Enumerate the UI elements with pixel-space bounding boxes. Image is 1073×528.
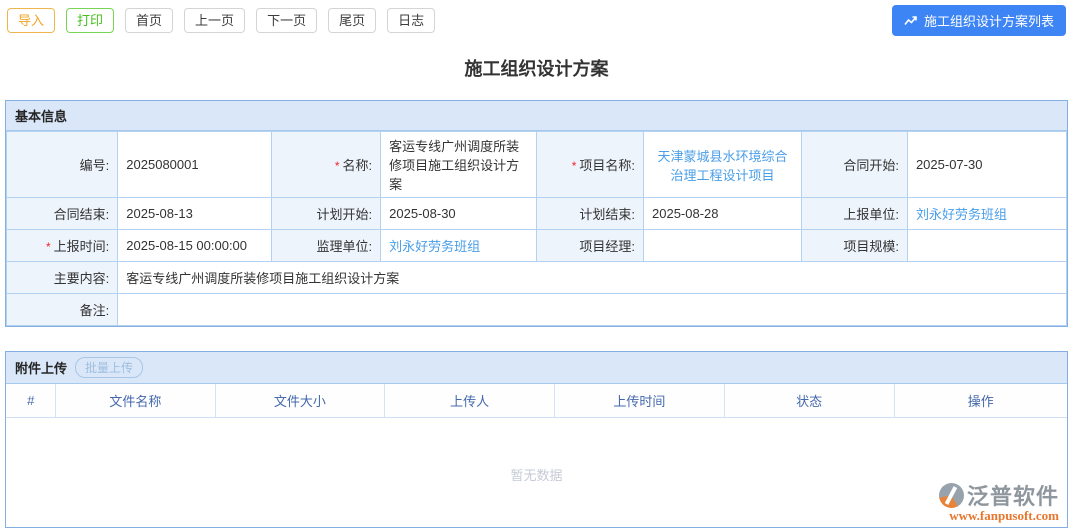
column-header-status: 状态 (724, 384, 895, 418)
field-label-main-content: 主要内容: (5, 261, 119, 294)
attachments-section: 附件上传 批量上传 # 文件名称 文件大小 上传人 上传时间 状态 操作 暂无数… (5, 351, 1068, 528)
basic-info-table: 编号: 2025080001 * 名称: 客运专线广州调度所装修项目施工组织设计方… (5, 131, 1068, 326)
import-button[interactable]: 导入 (7, 8, 56, 33)
last-page-button[interactable]: 尾页 (328, 8, 377, 33)
field-label-project-name: * 项目名称: (535, 131, 645, 198)
field-label-report-unit: 上报单位: (800, 197, 908, 230)
field-label-remark: 备注: (5, 293, 119, 326)
basic-info-section-header: 基本信息 (6, 101, 1067, 131)
field-value-project-name: 天津蒙城县水环境综合治理工程设计项目 (643, 131, 802, 198)
first-page-button[interactable]: 首页 (125, 8, 174, 33)
column-header-actions: 操作 (894, 384, 1067, 418)
field-label-contract-end: 合同结束: (5, 197, 119, 230)
attachments-section-title: 附件上传 (15, 361, 68, 376)
required-mark: * (334, 159, 340, 173)
column-header-file-size: 文件大小 (215, 384, 386, 418)
attachments-header-row: # 文件名称 文件大小 上传人 上传时间 状态 操作 (6, 384, 1067, 418)
fanpu-logo: 泛普软件 www.fanpusoft.com (938, 479, 1059, 524)
supervision-unit-link[interactable]: 刘永好劳务班组 (389, 239, 480, 254)
batch-upload-button[interactable]: 批量上传 (75, 357, 144, 378)
plan-list-button[interactable]: 施工组织设计方案列表 (891, 5, 1066, 36)
field-label-plan-start: 计划开始: (270, 197, 382, 230)
field-label-supervision-unit: 监理单位: (270, 229, 382, 262)
report-unit-link[interactable]: 刘永好劳务班组 (916, 207, 1007, 222)
attachments-section-header: 附件上传 批量上传 (6, 352, 1067, 384)
field-value-contract-end: 2025-08-13 (117, 197, 272, 230)
field-label-contract-start: 合同开始: (800, 131, 908, 198)
required-mark: * (571, 159, 577, 173)
field-label-name: * 名称: (270, 131, 382, 198)
column-header-upload-time: 上传时间 (554, 384, 725, 418)
field-value-report-unit: 刘永好劳务班组 (906, 197, 1068, 230)
field-value-remark (117, 293, 1067, 326)
field-value-project-scale (906, 229, 1068, 262)
fanpu-logo-url: www.fanpusoft.com (949, 508, 1059, 523)
prev-page-button[interactable]: 上一页 (184, 8, 246, 33)
field-label-plan-end: 计划结束: (535, 197, 645, 230)
field-value-plan-end: 2025-08-28 (643, 197, 802, 230)
field-value-main-content: 客运专线广州调度所装修项目施工组织设计方案 (117, 261, 1067, 294)
print-button[interactable]: 打印 (66, 8, 115, 33)
field-value-project-manager (643, 229, 802, 262)
field-label-number: 编号: (5, 131, 119, 198)
table-row: * 上报时间: 2025-08-15 00:00:00 监理单位: 刘永好劳务班组… (5, 229, 1068, 262)
required-mark: * (46, 240, 51, 254)
field-value-plan-start: 2025-08-30 (380, 197, 537, 230)
field-value-number: 2025080001 (117, 131, 272, 198)
empty-data-text: 暂无数据 (510, 468, 563, 483)
column-header-file-name: 文件名称 (55, 384, 216, 418)
fanpu-logo-icon (938, 482, 964, 508)
fanpu-logo-name: 泛普软件 (966, 484, 1059, 509)
field-value-contract-start: 2025-07-30 (906, 131, 1068, 198)
trending-up-icon (904, 15, 918, 27)
field-label-project-scale: 项目规模: (800, 229, 908, 262)
table-row: 合同结束: 2025-08-13 计划开始: 2025-08-30 计划结束: … (5, 197, 1068, 230)
field-label-project-manager: 项目经理: (535, 229, 645, 262)
attachments-empty-area: 暂无数据 泛普软件 www.fanpusoft.com (6, 418, 1067, 527)
column-header-index: # (6, 384, 57, 418)
basic-info-section: 基本信息 编号: 2025080001 * 名称: 客运专线广州调度所装修项目施工… (5, 100, 1068, 327)
field-value-name: 客运专线广州调度所装修项目施工组织设计方案 (380, 131, 537, 198)
column-header-uploader: 上传人 (384, 384, 555, 418)
plan-list-button-label: 施工组织设计方案列表 (923, 14, 1054, 29)
log-button[interactable]: 日志 (387, 8, 436, 33)
page-title: 施工组织设计方案 (464, 59, 609, 79)
basic-info-section-title: 基本信息 (15, 109, 68, 124)
table-row: 主要内容: 客运专线广州调度所装修项目施工组织设计方案 (5, 261, 1067, 294)
field-value-supervision-unit: 刘永好劳务班组 (380, 229, 537, 262)
toolbar: 导入 打印 首页 上一页 下一页 尾页 日志 施工组织设计方案列表 (0, 0, 1073, 40)
field-value-report-time: 2025-08-15 00:00:00 (117, 229, 272, 262)
table-row: 备注: (5, 293, 1067, 326)
next-page-button[interactable]: 下一页 (256, 8, 318, 33)
project-name-link[interactable]: 天津蒙城县水环境综合治理工程设计项目 (657, 149, 787, 183)
attachments-table: # 文件名称 文件大小 上传人 上传时间 状态 操作 (6, 384, 1067, 418)
table-row: 编号: 2025080001 * 名称: 客运专线广州调度所装修项目施工组织设计方… (5, 131, 1068, 198)
field-label-report-time: * 上报时间: (5, 229, 119, 262)
